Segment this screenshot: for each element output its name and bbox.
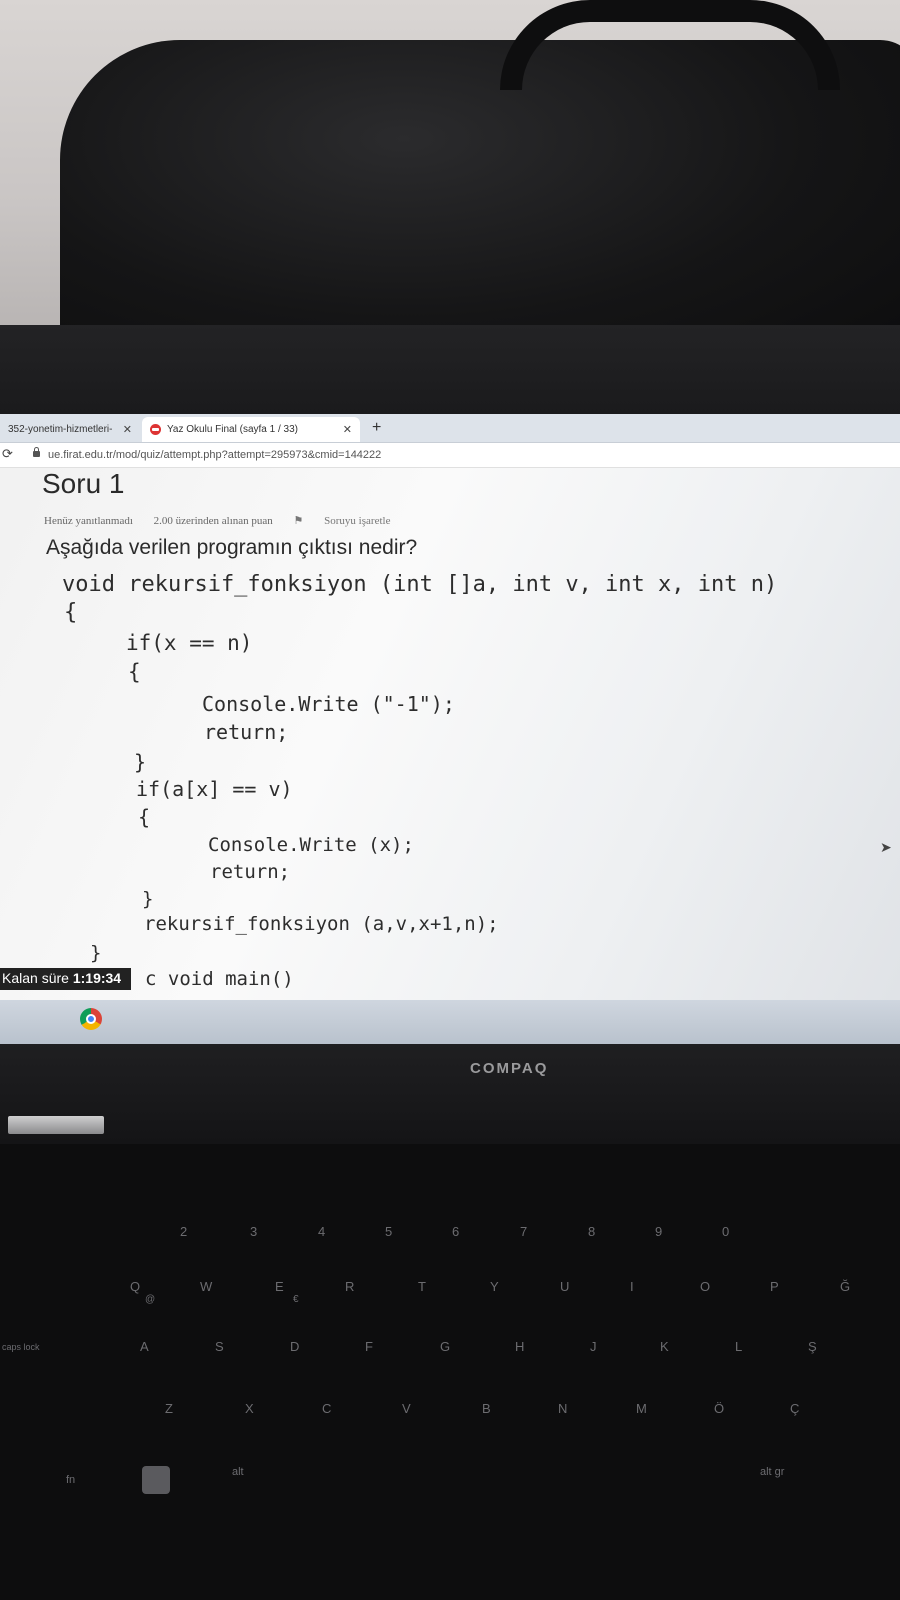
key: 8 [588, 1224, 596, 1239]
code-line: Console.Write (x); [208, 834, 414, 856]
key: R [345, 1279, 355, 1294]
timer-label: Kalan süre [2, 970, 69, 986]
key: D [290, 1339, 300, 1354]
key: 6 [452, 1224, 460, 1239]
code-line: { [138, 805, 151, 829]
key: Ö [714, 1401, 725, 1416]
key: 5 [385, 1224, 393, 1239]
key: Z [165, 1401, 173, 1416]
code-line: void rekursif_fonksiyon (int []a, int v,… [62, 572, 778, 597]
code-line: { [128, 660, 141, 684]
code-line: } [142, 888, 154, 910]
code-line: if(a[x] == v) [136, 777, 293, 801]
key: L [735, 1339, 743, 1354]
key: 3 [250, 1224, 258, 1239]
code-line: { [64, 600, 78, 625]
key: T [418, 1279, 426, 1294]
laptop-keyboard: Q W E R T Y U I O P Ğ A S D F G H J K L … [0, 1144, 900, 1600]
reload-icon[interactable]: ⟳ [2, 446, 13, 462]
code-line: if(x == n) [126, 631, 253, 655]
flag-question-link[interactable]: ⚑ Soruyu işaretle [294, 515, 409, 527]
mouse-cursor-icon: ➤ [880, 839, 892, 855]
url-text[interactable]: ue.firat.edu.tr/mod/quiz/attempt.php?att… [48, 449, 381, 461]
tab-label: Yaz Okulu Final (sayfa 1 / 33) [167, 424, 298, 435]
quiz-page: Soru 1 Henüz yanıtlanmadı 2.00 üzerinden… [0, 468, 900, 1028]
question-prompt: Aşağıda verilen programın çıktısı nedir? [46, 536, 418, 559]
close-tab-icon[interactable]: ✕ [343, 423, 352, 436]
address-bar[interactable]: ⟳ ue.firat.edu.tr/mod/quiz/attempt.php?a… [0, 443, 900, 468]
key: 4 [318, 1224, 326, 1239]
key: W [200, 1279, 213, 1294]
code-line: rekursif_fonksiyon (a,v,x+1,n); [144, 913, 499, 935]
screen-bezel-top [0, 325, 900, 417]
laptop-screen: 352-yonetim-hizmetleri- ✕ Yaz Okulu Fina… [0, 414, 900, 1044]
key: Q [130, 1279, 141, 1294]
key: M [636, 1401, 647, 1416]
key: A [140, 1339, 149, 1354]
key: O [700, 1279, 711, 1294]
key: fn [66, 1474, 76, 1486]
key: N [558, 1401, 568, 1416]
tab-inactive[interactable]: 352-yonetim-hizmetleri- ✕ [0, 417, 140, 442]
time-remaining-badge: Kalan süre 1:19:34 [0, 968, 132, 990]
key: 9 [655, 1224, 663, 1239]
key: G [440, 1339, 451, 1354]
key: alt [232, 1466, 244, 1478]
key: @ [145, 1294, 156, 1305]
browser-tab-bar: 352-yonetim-hizmetleri- ✕ Yaz Okulu Fina… [0, 414, 900, 443]
close-tab-icon[interactable]: ✕ [123, 423, 132, 436]
hinge [8, 1116, 104, 1134]
key: S [215, 1339, 224, 1354]
key: J [590, 1339, 597, 1354]
tab-label: 352-yonetim-hizmetleri- [8, 424, 113, 435]
key: X [245, 1401, 254, 1416]
code-line: c void main() [145, 968, 294, 990]
question-meta: Henüz yanıtlanmadı 2.00 üzerinden alınan… [44, 514, 426, 527]
key: B [482, 1401, 491, 1416]
code-line: return; [204, 720, 289, 744]
code-line: Console.Write ("-1"); [202, 692, 455, 716]
question-title: Soru 1 [42, 468, 125, 499]
brand-logo: COMPAQ [470, 1060, 549, 1077]
key: Ğ [840, 1279, 851, 1294]
timer-value: 1:19:34 [72, 970, 122, 986]
key: K [660, 1339, 669, 1354]
key: H [515, 1339, 525, 1354]
key: P [770, 1279, 779, 1294]
code-line: return; [210, 861, 291, 883]
key: C [322, 1401, 332, 1416]
screen-bezel-bottom: COMPAQ [0, 1044, 900, 1144]
code-line: } [90, 942, 102, 964]
site-favicon-icon [150, 424, 161, 435]
key: 0 [722, 1224, 730, 1239]
key: Y [490, 1279, 499, 1294]
lock-icon [33, 447, 40, 457]
key: Ç [790, 1401, 800, 1416]
key: 7 [520, 1224, 528, 1239]
bag-handle [500, 0, 840, 90]
key: € [293, 1294, 299, 1305]
question-points: 2.00 üzerinden alınan puan [153, 515, 273, 527]
new-tab-button[interactable]: + [372, 419, 381, 437]
key: 2 [180, 1224, 188, 1239]
windows-key-icon [142, 1466, 170, 1494]
key: V [402, 1401, 411, 1416]
code-line: } [134, 750, 147, 774]
key: F [365, 1339, 373, 1354]
key: Ş [808, 1339, 817, 1354]
key: alt gr [760, 1466, 785, 1478]
flag-icon: ⚑ [293, 515, 304, 527]
key: caps lock [2, 1342, 40, 1352]
chrome-icon[interactable] [80, 1008, 102, 1030]
key: U [560, 1279, 570, 1294]
key: I [630, 1279, 634, 1294]
tab-active-quiz[interactable]: Yaz Okulu Final (sayfa 1 / 33) ✕ [142, 417, 360, 442]
flag-label: Soruyu işaretle [324, 515, 391, 527]
question-status: Henüz yanıtlanmadı [44, 515, 133, 527]
windows-taskbar [0, 1000, 900, 1044]
key: E [275, 1279, 284, 1294]
